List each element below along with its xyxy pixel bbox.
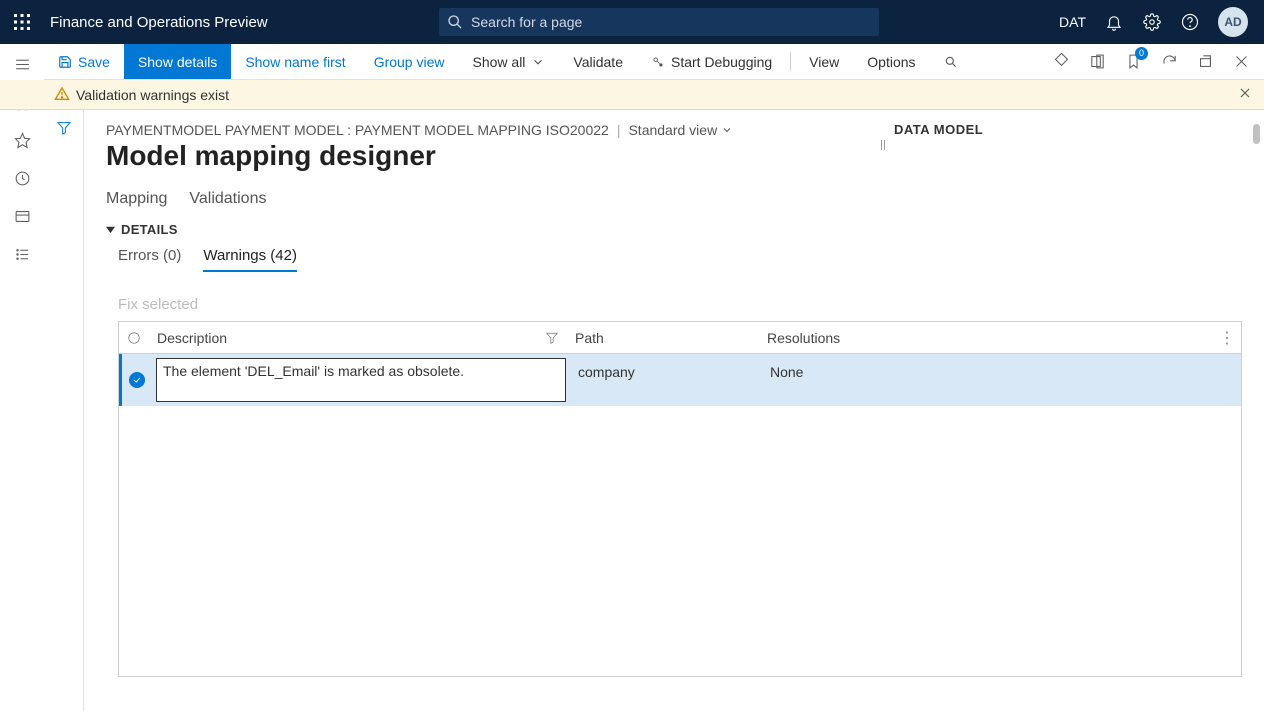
hamburger-icon[interactable] bbox=[12, 54, 32, 74]
save-label: Save bbox=[78, 54, 110, 70]
office-addin-icon[interactable] bbox=[1086, 51, 1108, 73]
close-page-icon[interactable] bbox=[1230, 51, 1252, 73]
modules-icon[interactable] bbox=[12, 244, 32, 264]
banner-close-icon[interactable] bbox=[1238, 86, 1252, 103]
company-selector[interactable]: DAT bbox=[1059, 14, 1086, 30]
attach-icon[interactable] bbox=[1050, 51, 1072, 73]
row-description-cell[interactable]: The element 'DEL_Email' is marked as obs… bbox=[156, 358, 566, 402]
details-subtabs: Errors (0) Warnings (42) bbox=[118, 247, 1242, 272]
splitter-handle[interactable] bbox=[880, 140, 886, 150]
fix-selected-button: Fix selected bbox=[118, 296, 1242, 313]
table-row[interactable]: The element 'DEL_Email' is marked as obs… bbox=[119, 354, 1241, 406]
command-bar: Save Show details Show name first Group … bbox=[0, 44, 1264, 80]
show-all-dropdown[interactable]: Show all bbox=[459, 44, 560, 79]
workspace-icon[interactable] bbox=[12, 206, 32, 226]
warning-triangle-icon bbox=[54, 86, 70, 102]
help-icon[interactable] bbox=[1180, 12, 1200, 32]
popout-icon[interactable] bbox=[1194, 51, 1216, 73]
grid-header-row: Description Path Resolutions ⋮ bbox=[119, 322, 1241, 354]
left-nav-rail bbox=[0, 44, 44, 711]
notifications-bookmark-icon[interactable]: 0 bbox=[1122, 51, 1144, 73]
warnings-grid: Description Path Resolutions ⋮ The eleme… bbox=[118, 321, 1242, 677]
validate-button[interactable]: Validate bbox=[559, 44, 637, 79]
chevron-down-icon bbox=[721, 124, 733, 136]
notification-count-badge: 0 bbox=[1135, 47, 1148, 60]
column-path[interactable]: Path bbox=[575, 330, 604, 346]
options-button[interactable]: Options bbox=[853, 44, 929, 79]
top-navbar: Finance and Operations Preview Search fo… bbox=[0, 0, 1264, 44]
tab-mapping[interactable]: Mapping bbox=[106, 190, 167, 212]
row-resolutions-cell: None bbox=[762, 354, 1241, 406]
main-content: PAYMENTMODEL PAYMENT MODEL : PAYMENT MOD… bbox=[84, 110, 1264, 711]
save-button[interactable]: Save bbox=[44, 44, 124, 79]
scrollbar-thumb[interactable] bbox=[1253, 124, 1260, 144]
page-tabs: Mapping Validations bbox=[106, 190, 1242, 212]
user-avatar[interactable]: AD bbox=[1218, 7, 1248, 37]
data-model-panel-title: DATA MODEL bbox=[894, 122, 983, 137]
view-button[interactable]: View bbox=[795, 44, 853, 79]
star-icon[interactable] bbox=[12, 130, 32, 150]
app-launcher-icon[interactable] bbox=[8, 8, 36, 36]
select-all-checkbox[interactable] bbox=[119, 331, 149, 345]
command-search-icon[interactable] bbox=[930, 44, 972, 79]
validation-warning-banner: Validation warnings exist bbox=[0, 80, 1264, 110]
filter-icon[interactable] bbox=[56, 120, 72, 141]
page-title: Model mapping designer bbox=[106, 140, 1242, 172]
column-resolutions[interactable]: Resolutions bbox=[767, 330, 840, 346]
row-selected-check-icon[interactable] bbox=[129, 372, 145, 388]
column-filter-icon[interactable] bbox=[545, 331, 559, 345]
group-view-button[interactable]: Group view bbox=[360, 44, 459, 79]
search-placeholder: Search for a page bbox=[471, 14, 582, 30]
row-path-cell: company bbox=[570, 354, 762, 406]
app-title: Finance and Operations Preview bbox=[50, 14, 268, 31]
banner-message: Validation warnings exist bbox=[76, 87, 229, 103]
bell-icon[interactable] bbox=[1104, 12, 1124, 32]
column-description[interactable]: Description bbox=[157, 330, 227, 346]
collapse-triangle-icon bbox=[106, 225, 115, 234]
subtab-errors[interactable]: Errors (0) bbox=[118, 247, 181, 272]
refresh-icon[interactable] bbox=[1158, 51, 1180, 73]
show-details-button[interactable]: Show details bbox=[124, 44, 231, 79]
tab-validations[interactable]: Validations bbox=[189, 190, 266, 212]
filter-rail bbox=[44, 110, 84, 711]
details-toggle[interactable]: DETAILS bbox=[106, 222, 1242, 237]
breadcrumb-text: PAYMENTMODEL PAYMENT MODEL : PAYMENT MOD… bbox=[106, 122, 609, 138]
show-name-first-button[interactable]: Show name first bbox=[231, 44, 359, 79]
subtab-warnings[interactable]: Warnings (42) bbox=[203, 247, 297, 272]
clock-icon[interactable] bbox=[12, 168, 32, 188]
breadcrumb: PAYMENTMODEL PAYMENT MODEL : PAYMENT MOD… bbox=[106, 122, 1242, 138]
global-search-input[interactable]: Search for a page bbox=[439, 8, 879, 36]
grid-more-icon[interactable]: ⋮ bbox=[1219, 328, 1235, 348]
gear-icon[interactable] bbox=[1142, 12, 1162, 32]
start-debugging-button[interactable]: Start Debugging bbox=[637, 44, 786, 79]
view-selector[interactable]: Standard view bbox=[628, 122, 733, 138]
